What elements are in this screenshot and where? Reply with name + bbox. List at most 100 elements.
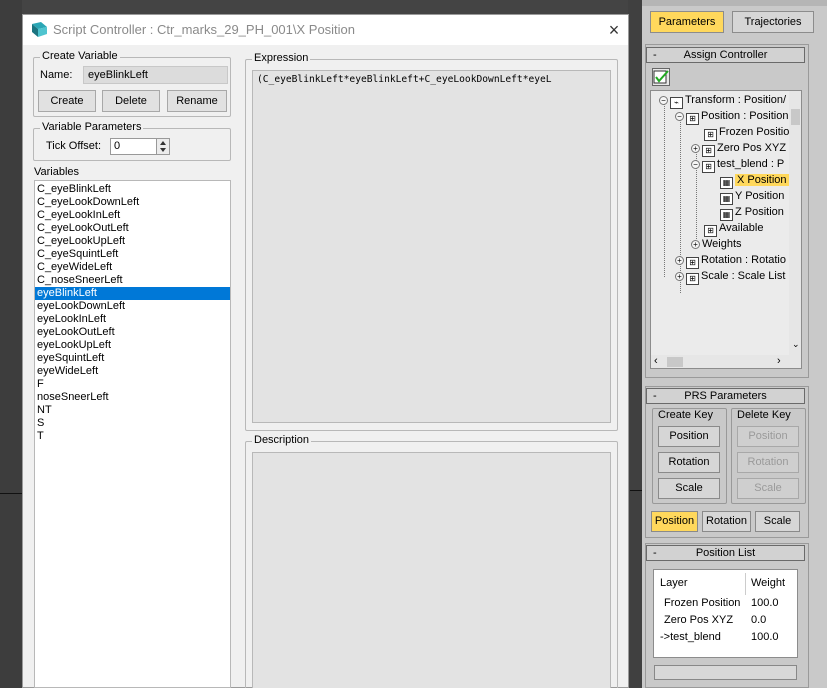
expression-textarea[interactable]: (C_eyeBlinkLeft*eyeBlinkLeft+C_eyeLookDo… bbox=[252, 70, 611, 423]
variable-list-item[interactable]: C_noseSneerLeft bbox=[35, 274, 230, 287]
controller-icon: ⊞ bbox=[704, 129, 717, 141]
variable-list-item[interactable]: C_eyeLookDownLeft bbox=[35, 196, 230, 209]
controller-icon: ⊞ bbox=[702, 145, 715, 157]
3dsmax-logo-icon bbox=[32, 22, 47, 37]
expand-icon[interactable]: + bbox=[691, 144, 700, 153]
tab-parameters[interactable]: Parameters bbox=[650, 11, 724, 33]
tree-node[interactable]: ▦ Y Position bbox=[707, 189, 784, 205]
variable-list-item[interactable]: eyeSquintLeft bbox=[35, 352, 230, 365]
position-list-table[interactable]: Layer Weight Frozen Position 100.0 Zero Po… bbox=[653, 569, 798, 658]
rename-button[interactable]: Rename bbox=[167, 90, 227, 112]
viewport-grid-line bbox=[0, 493, 22, 494]
tree-vertical-scrollbar[interactable]: ⌄ bbox=[789, 91, 801, 355]
tree-node[interactable]: − ⌁ Transform : Position/ bbox=[659, 93, 786, 109]
tab-trajectories[interactable]: Trajectories bbox=[732, 11, 814, 33]
tree-scroll-thumb[interactable] bbox=[791, 109, 800, 125]
create-button[interactable]: Create bbox=[38, 90, 96, 112]
spinner-arrows[interactable] bbox=[156, 139, 169, 154]
assign-controller-button[interactable] bbox=[652, 68, 670, 86]
collapse-icon[interactable]: − bbox=[659, 96, 668, 105]
expand-icon[interactable]: + bbox=[675, 256, 684, 265]
tree-horizontal-scrollbar[interactable]: ‹ › bbox=[651, 355, 801, 368]
variable-list-item[interactable]: eyeLookOutLeft bbox=[35, 326, 230, 339]
scroll-right-icon[interactable]: › bbox=[777, 355, 781, 367]
tree-node[interactable]: ▦ X Position bbox=[707, 173, 789, 189]
tick-offset-label: Tick Offset: bbox=[46, 140, 102, 152]
description-textarea[interactable] bbox=[252, 452, 611, 688]
prs-rotation-button[interactable]: Rotation bbox=[702, 511, 751, 532]
expand-icon[interactable]: + bbox=[675, 272, 684, 281]
variable-list-item[interactable]: C_eyeBlinkLeft bbox=[35, 183, 230, 196]
tree-hscroll-thumb[interactable] bbox=[667, 357, 683, 367]
variable-name-input[interactable]: eyeBlinkLeft bbox=[83, 66, 228, 84]
create-key-label: Create Key bbox=[658, 409, 714, 421]
variable-list-item[interactable]: C_eyeLookInLeft bbox=[35, 209, 230, 222]
tree-node[interactable]: + ⊞ Rotation : Rotatio bbox=[675, 253, 786, 269]
position-layer-weight[interactable]: 0.0 bbox=[751, 614, 766, 626]
tree-node[interactable]: + Weights bbox=[691, 237, 742, 251]
spinner-down-icon[interactable] bbox=[160, 148, 166, 152]
tree-node-label: test_blend : P bbox=[717, 158, 785, 170]
variable-list-item[interactable]: C_eyeLookOutLeft bbox=[35, 222, 230, 235]
tree-node[interactable]: ▦ Z Position bbox=[707, 205, 784, 221]
controller-icon: ⊞ bbox=[686, 257, 699, 269]
tree-node-label: Zero Pos XYZ bbox=[717, 142, 787, 154]
variable-list-item[interactable]: F bbox=[35, 378, 230, 391]
tree-node[interactable]: + ⊞ Zero Pos XYZ bbox=[691, 141, 787, 157]
tree-node[interactable]: ⊞ Available bbox=[691, 221, 763, 237]
delete-key-position-button[interactable]: Position bbox=[737, 426, 799, 447]
viewport-grid-line bbox=[630, 490, 642, 491]
tree-node[interactable]: − ⊞ Position : Position L bbox=[675, 109, 798, 125]
variable-list-item[interactable]: eyeLookDownLeft bbox=[35, 300, 230, 313]
position-layer-name[interactable]: Zero Pos XYZ bbox=[664, 614, 733, 626]
scroll-left-icon[interactable]: ‹ bbox=[654, 355, 658, 367]
variable-list-item[interactable]: eyeLookUpLeft bbox=[35, 339, 230, 352]
create-key-scale-button[interactable]: Scale bbox=[658, 478, 720, 499]
controller-tree[interactable]: − ⌁ Transform : Position/− ⊞ Position : Posi… bbox=[650, 90, 802, 369]
close-icon[interactable]: × bbox=[603, 19, 625, 41]
tree-node-label: Z Position bbox=[735, 206, 784, 218]
tree-node[interactable]: ⊞ Frozen Position bbox=[691, 125, 795, 141]
variables-label: Variables bbox=[34, 166, 80, 178]
scroll-down-icon[interactable]: ⌄ bbox=[792, 339, 800, 350]
position-layer-name[interactable]: ->test_blend bbox=[660, 631, 721, 643]
delete-key-rotation-button[interactable]: Rotation bbox=[737, 452, 799, 473]
prs-scale-button[interactable]: Scale bbox=[755, 511, 800, 532]
assign-controller-header[interactable]: - Assign Controller bbox=[646, 47, 805, 63]
tick-offset-spinner[interactable]: 0 bbox=[110, 138, 170, 155]
create-key-position-button[interactable]: Position bbox=[658, 426, 720, 447]
variable-list-item[interactable]: eyeWideLeft bbox=[35, 365, 230, 378]
delete-button[interactable]: Delete bbox=[102, 90, 160, 112]
expand-icon[interactable]: + bbox=[691, 240, 700, 249]
spinner-up-icon[interactable] bbox=[160, 141, 166, 145]
column-divider bbox=[745, 573, 746, 595]
variable-list-item[interactable]: T bbox=[35, 430, 230, 443]
position-list-header[interactable]: - Position List bbox=[646, 545, 805, 561]
variable-parameters-legend: Variable Parameters bbox=[40, 121, 144, 133]
prs-position-button[interactable]: Position bbox=[651, 511, 698, 532]
prs-parameters-header[interactable]: - PRS Parameters bbox=[646, 388, 805, 404]
command-panel: Parameters Trajectories - Assign Control… bbox=[642, 0, 827, 688]
variable-list-item[interactable]: C_eyeSquintLeft bbox=[35, 248, 230, 261]
tree-node[interactable]: − ⊞ test_blend : P bbox=[691, 157, 785, 173]
variable-list-item[interactable]: NT bbox=[35, 404, 230, 417]
position-layer-weight[interactable]: 100.0 bbox=[751, 631, 779, 643]
variable-list-item[interactable]: C_eyeLookUpLeft bbox=[35, 235, 230, 248]
variable-list-item[interactable]: noseSneerLeft bbox=[35, 391, 230, 404]
variable-list-item[interactable]: eyeBlinkLeft bbox=[35, 287, 230, 300]
variable-list-item[interactable]: eyeLookInLeft bbox=[35, 313, 230, 326]
layer-name-field[interactable] bbox=[654, 665, 797, 680]
title-bar[interactable]: Script Controller : Ctr_marks_29_PH_001\… bbox=[23, 15, 628, 45]
variables-list[interactable]: C_eyeBlinkLeft C_eyeLookDownLeft C_eyeLook… bbox=[34, 180, 231, 688]
position-layer-name[interactable]: Frozen Position bbox=[664, 597, 740, 609]
variable-list-item[interactable]: S bbox=[35, 417, 230, 430]
create-key-rotation-button[interactable]: Rotation bbox=[658, 452, 720, 473]
delete-key-scale-button[interactable]: Scale bbox=[737, 478, 799, 499]
collapse-icon[interactable]: − bbox=[691, 160, 700, 169]
tree-node[interactable]: + ⊞ Scale : Scale List bbox=[675, 269, 785, 285]
create-key-group: Create Key Position Rotation Scale bbox=[652, 408, 727, 504]
position-layer-weight[interactable]: 100.0 bbox=[751, 597, 779, 609]
variable-list-item[interactable]: C_eyeWideLeft bbox=[35, 261, 230, 274]
tree-node-label: X Position bbox=[735, 174, 789, 186]
collapse-icon[interactable]: − bbox=[675, 112, 684, 121]
